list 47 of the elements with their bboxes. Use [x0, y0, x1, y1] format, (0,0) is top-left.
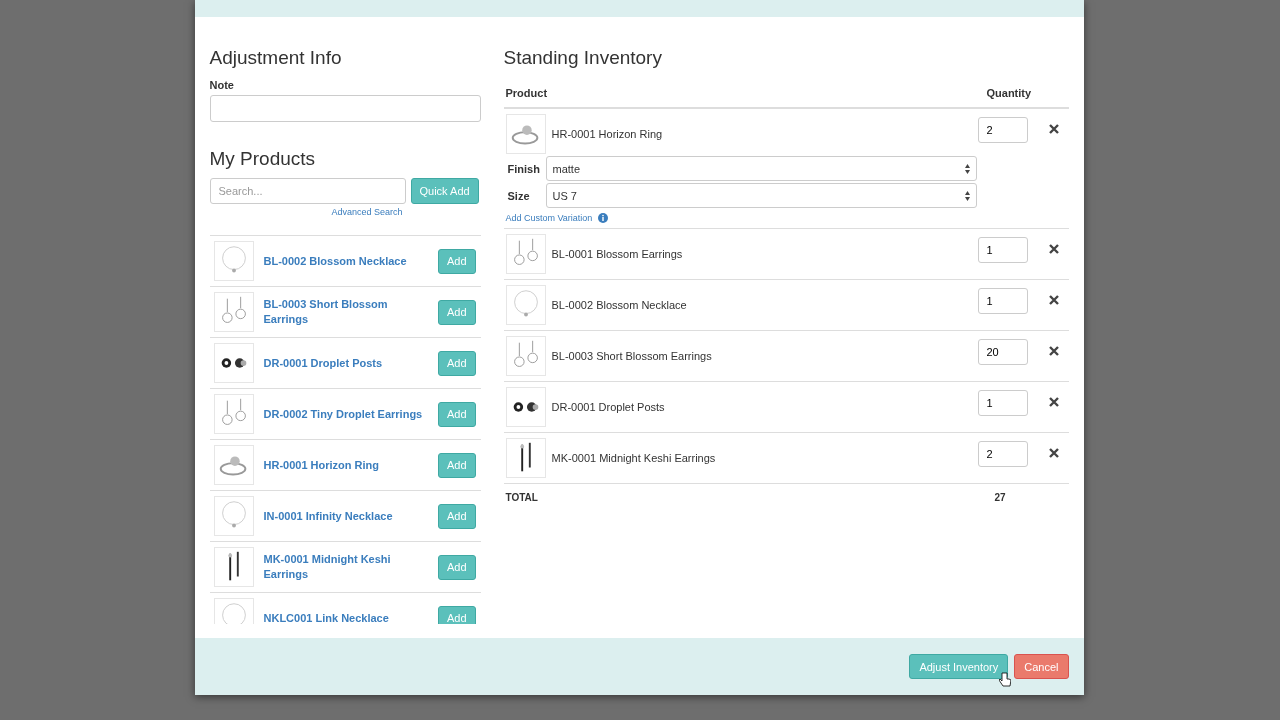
product-name: DR-0001 Droplet Posts: [551, 401, 666, 413]
product-link[interactable]: DR-0001 Droplet Posts: [263, 355, 428, 371]
variation-select[interactable]: matte: [545, 156, 977, 181]
quantity-field[interactable]: 20: [977, 339, 1028, 365]
product-link[interactable]: NKLC001 Link Necklace: [263, 610, 428, 624]
section-title: Standing Inventory: [503, 47, 663, 69]
quantity-field[interactable]: 1: [977, 390, 1028, 416]
section-title: My Products: [209, 148, 317, 170]
remove-icon[interactable]: [1048, 346, 1059, 356]
product-link[interactable]: BL-0002 Blossom Necklace: [263, 253, 428, 269]
product-name: BL-0002 Blossom Necklace: [551, 299, 688, 311]
cancel-button[interactable]: Cancel: [1014, 654, 1069, 679]
total-label: TOTAL: [505, 492, 539, 503]
advanced-search-link[interactable]: Advanced Search: [331, 207, 403, 217]
search-field[interactable]: Search...: [209, 178, 406, 204]
remove-icon[interactable]: [1048, 124, 1059, 134]
product-name: HR-0001 Horizon Ring: [551, 128, 664, 140]
product-link[interactable]: MK-0001 Midnight Keshi Earrings: [263, 552, 428, 582]
field-label: Note: [209, 79, 235, 91]
quantity-field[interactable]: 1: [977, 288, 1028, 314]
variation-label: Finish: [506, 162, 541, 175]
info-icon[interactable]: [598, 213, 609, 223]
column-header: Quantity: [986, 87, 1033, 99]
variation-label: Size: [506, 189, 531, 202]
quantity-field[interactable]: 1: [977, 237, 1028, 263]
quantity-field[interactable]: 2: [977, 441, 1028, 467]
product-name: BL-0003 Short Blossom Earrings: [551, 350, 713, 362]
remove-icon[interactable]: [1048, 244, 1059, 254]
product-link[interactable]: BL-0003 Short Blossom Earrings: [263, 297, 428, 327]
hand-cursor-icon: [999, 672, 1012, 687]
column-header: Product: [505, 87, 549, 99]
note-field[interactable]: [209, 95, 481, 122]
product-link[interactable]: DR-0002 Tiny Droplet Earrings: [263, 406, 428, 422]
total-value: 27: [994, 492, 1007, 503]
product-link[interactable]: HR-0001 Horizon Ring: [263, 457, 428, 473]
sort-caret-icon: [964, 163, 970, 174]
remove-icon[interactable]: [1048, 295, 1059, 305]
section-title: Adjustment Info: [209, 47, 343, 69]
remove-icon[interactable]: [1048, 448, 1059, 458]
remove-icon[interactable]: [1048, 397, 1059, 407]
add-custom-variation-link[interactable]: Add Custom Variation: [505, 213, 593, 223]
product-name: BL-0001 Blossom Earrings: [551, 248, 684, 260]
product-name: MK-0001 Midnight Keshi Earrings: [551, 452, 717, 464]
sort-caret-icon: [964, 190, 970, 201]
variation-select[interactable]: US 7: [545, 183, 977, 208]
quantity-field[interactable]: 2: [977, 117, 1028, 143]
product-link[interactable]: IN-0001 Infinity Necklace: [263, 508, 428, 524]
